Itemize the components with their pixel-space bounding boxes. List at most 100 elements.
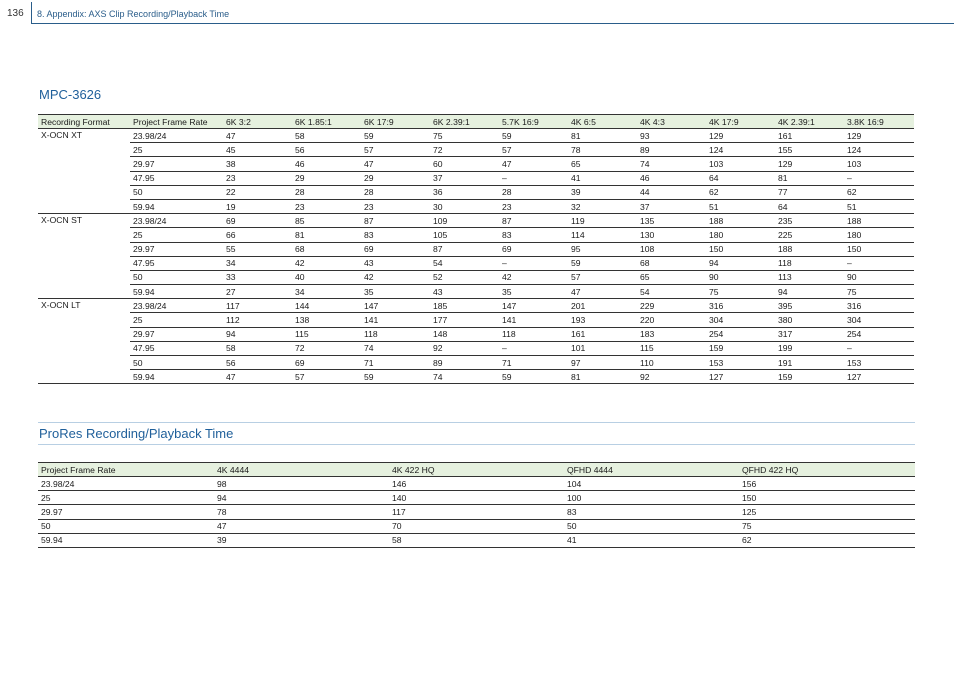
value-cell: 140 [389,490,564,506]
value-cell: 130 [637,227,706,243]
value-cell: 44 [637,185,706,200]
value-cell: – [499,256,568,271]
value-cell: 45 [223,142,292,158]
value-cell: 94 [775,284,844,300]
value-cell: 229 [637,298,706,314]
table-header-row: Recording Format Project Frame Rate 6K 3:2… [38,114,914,129]
value-cell: 110 [637,355,706,371]
table-row: 47.95 23 29 29 37–41 46 64 81– [38,171,914,186]
column-header: 4K 6:5 [568,114,637,129]
value-cell: 101 [568,341,637,357]
table-row: X-OCN ST 23.98/24 69 85 87 109 87 119 135 188 235 1… [38,213,914,300]
value-cell: 119 [568,213,637,229]
value-cell: 95 [568,242,637,257]
value-cell: 47 [223,369,292,385]
value-cell: 62 [739,533,915,548]
value-cell: 29 [292,171,361,186]
recording-format-cell: X-OCN LT [38,298,130,385]
table-row: 29.97 94 115 118 148 118 161 183 254 317 254 [38,327,914,342]
value-cell: 118 [361,327,430,342]
table-row: 25 112 138 141 177 141 193 220 304 380 304 [38,312,914,328]
frame-rate-cell: 59.94 [130,199,223,215]
value-cell: 23 [292,199,361,215]
value-cell: 23 [499,199,568,215]
value-cell: 147 [361,298,430,314]
value-cell: 75 [706,284,775,300]
value-cell: 100 [564,490,739,506]
value-cell: – [499,341,568,357]
column-header: QFHD 4444 [564,462,739,477]
table-row: 29.97 55 68 69 87 69 95 108 150 188 150 [38,242,914,257]
value-cell: 109 [430,213,499,229]
frame-rate-cell: 25 [130,142,223,158]
value-cell: 94 [214,490,389,506]
value-cell: 395 [775,298,844,314]
table-row: 59.94 47 57 59 74 59 81 92 127 159 127 [38,369,914,385]
value-cell: 69 [223,213,292,229]
value-cell: 28 [292,185,361,200]
column-header: QFHD 422 HQ [739,462,915,477]
value-cell: 83 [361,227,430,243]
value-cell: 57 [568,270,637,286]
value-cell: 159 [706,341,775,357]
value-cell: 94 [223,327,292,342]
value-cell: 125 [739,504,915,520]
value-cell: 124 [706,142,775,158]
frame-rate-cell: 29.97 [130,327,223,342]
value-cell: 147 [499,298,568,314]
value-cell: 59 [361,128,430,144]
value-cell: 39 [568,185,637,200]
mpc-recording-time-table: Recording Format Project Frame Rate 6K 3:2… [38,114,914,385]
value-cell: 37 [637,199,706,215]
value-cell: 43 [430,284,499,300]
value-cell: 81 [775,171,844,186]
prores-recording-time-table: Project Frame Rate 4K 4444 4K 422 HQ QFHD 4… [38,462,915,548]
value-cell: 118 [499,327,568,342]
value-cell: 254 [706,327,775,342]
column-header: 4K 4:3 [637,114,706,129]
frame-rate-cell: 29.97 [130,242,223,257]
value-cell: 35 [499,284,568,300]
value-cell: 34 [223,256,292,271]
value-cell: 188 [844,213,914,229]
value-cell: 304 [706,312,775,328]
value-cell: 188 [775,242,844,257]
value-cell: 33 [223,270,292,286]
value-cell: 59 [499,128,568,144]
value-cell: 57 [499,142,568,158]
value-cell: 58 [292,128,361,144]
value-cell: 57 [361,142,430,158]
value-cell: 89 [637,142,706,158]
value-cell: 43 [361,256,430,271]
value-cell: 87 [361,213,430,229]
value-cell: 60 [430,156,499,172]
value-cell: 40 [292,270,361,286]
column-header: Project Frame Rate [130,114,223,129]
recording-format-cell: X-OCN ST [38,213,130,300]
value-cell: 304 [844,312,914,328]
value-cell: 183 [637,327,706,342]
value-cell: 42 [292,256,361,271]
value-cell: 58 [223,341,292,357]
value-cell: 135 [637,213,706,229]
table-row: 25 45 56 57 72 57 78 89 124 155 124 [38,142,914,158]
value-cell: 65 [637,270,706,286]
value-cell: 146 [389,476,564,492]
table-row: 50 22 28 28 36 28 39 44 62 77 62 [38,185,914,200]
frame-rate-cell: 47.95 [130,256,223,271]
value-cell: 71 [499,355,568,371]
value-cell: 117 [223,298,292,314]
header-divider [31,2,32,24]
value-cell: 27 [223,284,292,300]
frame-rate-cell: 50 [130,270,223,286]
table-row: 25 94 140 100 150 [38,490,915,506]
column-header: 4K 2.39:1 [775,114,844,129]
value-cell: – [499,171,568,186]
value-cell: 103 [706,156,775,172]
value-cell: 57 [292,369,361,385]
value-cell: 380 [775,312,844,328]
value-cell: 75 [844,284,914,300]
table-row: 59.94 39 58 41 62 [38,533,915,548]
value-cell: 94 [706,256,775,271]
value-cell: 141 [361,312,430,328]
